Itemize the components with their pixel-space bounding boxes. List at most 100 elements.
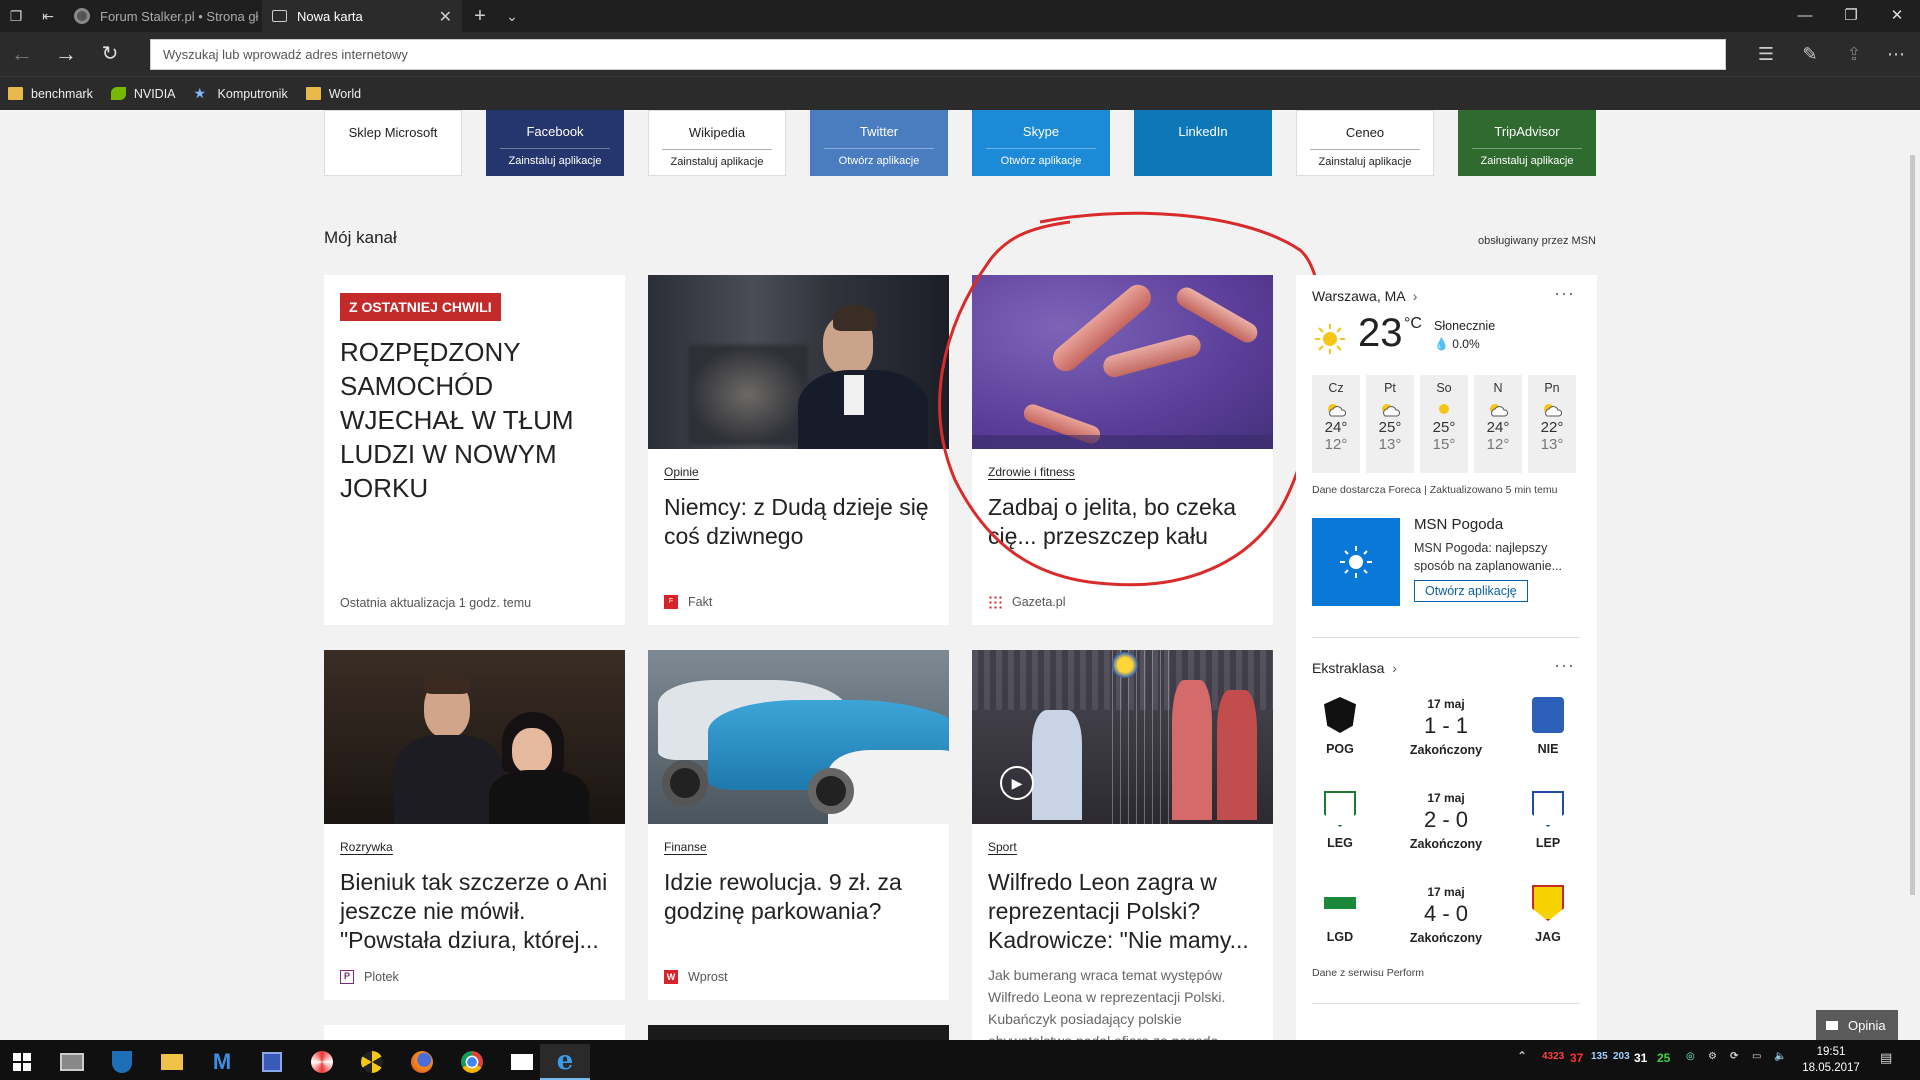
taskbar-app-defender[interactable] bbox=[100, 1044, 144, 1080]
taskbar-app-hwmonitor[interactable] bbox=[50, 1044, 94, 1080]
headline[interactable]: Wilfredo Leon zagra w reprezentacji Pols… bbox=[988, 868, 1263, 955]
forecast-day[interactable]: N 24° 12° bbox=[1474, 375, 1522, 473]
notifications-icon[interactable]: ▤ bbox=[1880, 1050, 1892, 1066]
match-row[interactable]: LGD 17 maj 4 - 0 Zakończony JAG bbox=[1296, 881, 1597, 971]
tray-icon-gpu[interactable]: ◎ bbox=[1686, 1051, 1695, 1062]
set-aside-tabs-icon[interactable]: ⇤ bbox=[38, 6, 58, 26]
tile-action[interactable]: Zainstaluj aplikacje bbox=[509, 155, 602, 167]
news-card[interactable]: Opinie Niemcy: z Dudą dzieje się coś dzi… bbox=[648, 275, 949, 625]
taskbar-app-explorer[interactable] bbox=[150, 1044, 194, 1080]
back-arrow-icon[interactable]: ← bbox=[8, 40, 36, 68]
favorite-komputronik[interactable]: ★ Komputronik bbox=[194, 86, 288, 101]
news-card[interactable]: Finanse Idzie rewolucja. 9 zł. za godzin… bbox=[648, 650, 949, 1000]
weather-location[interactable]: Warszawa, MA › bbox=[1312, 288, 1417, 304]
taskbar-app-firefox[interactable] bbox=[400, 1044, 444, 1080]
hub-icon[interactable]: ☰ bbox=[1752, 40, 1780, 68]
top-site-tile[interactable]: LinkedIn bbox=[1134, 110, 1272, 176]
share-icon[interactable]: ⇪ bbox=[1840, 40, 1868, 68]
forecast-day[interactable]: Pn 22° 13° bbox=[1528, 375, 1576, 473]
breaking-news-card[interactable]: Z OSTATNIEJ CHWILI ROZPĘDZONY SAMOCHÓD W… bbox=[324, 275, 625, 625]
tile-action[interactable]: Zainstaluj aplikacje bbox=[1319, 156, 1412, 168]
source[interactable]: W Wprost bbox=[664, 970, 728, 984]
taskbar-app-save[interactable] bbox=[250, 1044, 294, 1080]
tray-icon-sync[interactable]: ⟳ bbox=[1730, 1051, 1738, 1062]
tray-monitor-value[interactable]: 25 bbox=[1657, 1051, 1670, 1065]
news-card[interactable]: Rozrywka Bieniuk tak szczerze o Ani jesz… bbox=[324, 650, 625, 1000]
refresh-icon[interactable]: ↻ bbox=[96, 40, 124, 68]
more-options-icon[interactable]: ··· bbox=[1554, 283, 1575, 304]
msn-weather-app-tile[interactable] bbox=[1312, 518, 1400, 606]
tab-new-tab[interactable]: Nowa karta ✕ bbox=[262, 0, 462, 32]
forecast-day[interactable]: Pt 25° 13° bbox=[1366, 375, 1414, 473]
news-card[interactable]: ▶ Sport Wilfredo Leon zagra w reprezenta… bbox=[972, 650, 1273, 1040]
top-site-tile[interactable]: Wikipedia Zainstaluj aplikacje bbox=[648, 110, 786, 176]
taskbar-app-malwarebytes[interactable]: M bbox=[200, 1044, 244, 1080]
favorite-nvidia[interactable]: NVIDIA bbox=[110, 87, 176, 101]
temperature-unit[interactable]: °C bbox=[1404, 315, 1422, 333]
more-actions-icon[interactable]: ⋯ bbox=[1882, 40, 1910, 68]
taskbar-app-chrome[interactable] bbox=[450, 1044, 494, 1080]
network-icon[interactable]: ▭ bbox=[1752, 1051, 1761, 1062]
open-app-button[interactable]: Otwórz aplikację bbox=[1414, 580, 1528, 602]
close-window-button[interactable]: ✕ bbox=[1874, 0, 1920, 32]
top-site-tile[interactable]: Sklep Microsoft bbox=[324, 110, 462, 176]
tile-action[interactable]: Zainstaluj aplikacje bbox=[671, 156, 764, 168]
tray-monitor-value[interactable]: 203 bbox=[1613, 1051, 1630, 1062]
taskbar-app-mail[interactable] bbox=[500, 1044, 544, 1080]
tile-action[interactable]: Otwórz aplikacje bbox=[1001, 155, 1082, 167]
new-tab-plus-icon[interactable]: + bbox=[470, 6, 490, 26]
top-site-tile[interactable]: Ceneo Zainstaluj aplikacje bbox=[1296, 110, 1434, 176]
tile-action[interactable]: Otwórz aplikacje bbox=[839, 155, 920, 167]
restore-button[interactable]: ❐ bbox=[1828, 0, 1874, 32]
start-button[interactable] bbox=[0, 1044, 44, 1080]
favorite-world[interactable]: World bbox=[305, 87, 361, 101]
tab-preview-chevron-icon[interactable]: ⌄ bbox=[502, 6, 522, 26]
league-header[interactable]: Ekstraklasa › bbox=[1312, 660, 1397, 676]
news-card-partial[interactable] bbox=[648, 1025, 949, 1040]
source[interactable]: F Fakt bbox=[664, 595, 712, 609]
volume-icon[interactable]: 🔈 bbox=[1774, 1051, 1786, 1062]
tab-forum-stalker[interactable]: Forum Stalker.pl • Strona gł bbox=[64, 0, 260, 32]
close-tab-icon[interactable]: ✕ bbox=[439, 7, 452, 27]
tile-action[interactable]: Zainstaluj aplikacje bbox=[1481, 155, 1574, 167]
taskbar-app-stalker[interactable] bbox=[350, 1044, 394, 1080]
category-label[interactable]: Rozrywka bbox=[340, 840, 393, 855]
headline[interactable]: Niemcy: z Dudą dzieje się coś dziwnego bbox=[664, 493, 939, 551]
forward-arrow-icon[interactable]: → bbox=[52, 40, 80, 68]
tray-monitor-value[interactable]: 135 bbox=[1591, 1051, 1608, 1062]
show-hidden-icons-chevron-icon[interactable]: ⌃ bbox=[1517, 1049, 1527, 1063]
web-note-pen-icon[interactable]: ✎ bbox=[1796, 40, 1824, 68]
headline[interactable]: ROZPĘDZONY SAMOCHÓD WJECHAŁ W TŁUM LUDZI… bbox=[340, 335, 600, 505]
match-row[interactable]: LEG 17 maj 2 - 0 Zakończony LEP bbox=[1296, 787, 1597, 877]
scrollbar-thumb[interactable] bbox=[1910, 155, 1915, 895]
taskbar-app-edge[interactable]: e bbox=[540, 1044, 590, 1080]
top-site-tile[interactable]: TripAdvisor Zainstaluj aplikacje bbox=[1458, 110, 1596, 176]
source[interactable]: P Plotek bbox=[340, 970, 399, 984]
taskbar-app-swirl[interactable] bbox=[300, 1044, 344, 1080]
forecast-day[interactable]: Cz 24° 12° bbox=[1312, 375, 1360, 473]
news-card-partial[interactable] bbox=[324, 1025, 625, 1040]
category-label[interactable]: Sport bbox=[988, 840, 1017, 855]
forecast-day[interactable]: So 25° 15° bbox=[1420, 375, 1468, 473]
headline[interactable]: Idzie rewolucja. 9 zł. za godzinę parkow… bbox=[664, 868, 939, 926]
top-site-tile[interactable]: Skype Otwórz aplikacje bbox=[972, 110, 1110, 176]
minimize-button[interactable]: — bbox=[1782, 0, 1828, 32]
favorite-benchmark[interactable]: benchmark bbox=[8, 87, 93, 101]
top-site-tile[interactable]: Facebook Zainstaluj aplikacje bbox=[486, 110, 624, 176]
tray-monitor-value[interactable]: 4323 bbox=[1542, 1051, 1564, 1062]
tab-list-icon[interactable]: ❐ bbox=[6, 6, 26, 26]
feedback-button[interactable]: Opinia bbox=[1816, 1010, 1898, 1040]
top-site-tile[interactable]: Twitter Otwórz aplikacje bbox=[810, 110, 948, 176]
headline[interactable]: Bieniuk tak szczerze o Ani jeszcze nie m… bbox=[340, 868, 615, 955]
tray-monitor-value[interactable]: 31 bbox=[1634, 1051, 1647, 1065]
match-row[interactable]: POG 17 maj 1 - 1 Zakończony NIE bbox=[1296, 693, 1597, 783]
address-input[interactable]: Wyszukaj lub wprowadź adres internetowy bbox=[150, 39, 1726, 70]
play-video-icon[interactable]: ▶ bbox=[1000, 766, 1034, 800]
scrollbar[interactable] bbox=[1906, 110, 1920, 1040]
clock[interactable]: 19:51 18.05.2017 bbox=[1800, 1044, 1862, 1076]
tray-icon-steam[interactable]: ⚙ bbox=[1708, 1051, 1717, 1062]
category-label[interactable]: Finanse bbox=[664, 840, 707, 855]
category-label[interactable]: Opinie bbox=[664, 465, 699, 480]
tray-monitor-value[interactable]: 37 bbox=[1570, 1051, 1583, 1065]
more-options-icon[interactable]: ··· bbox=[1554, 655, 1575, 676]
